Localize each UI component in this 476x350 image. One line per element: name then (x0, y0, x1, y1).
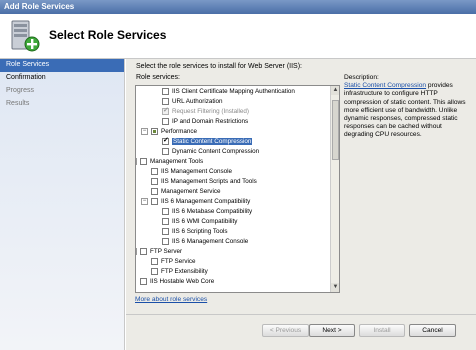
wizard-nav: Role Services Confirmation Progress Resu… (0, 59, 125, 350)
nav-item-confirmation[interactable]: Confirmation (0, 72, 124, 85)
scroll-thumb[interactable] (332, 100, 339, 160)
tree-item-label: Dynamic Content Compression (172, 148, 260, 155)
tree-item-label: FTP Server (150, 248, 183, 255)
scroll-down-icon[interactable]: ▼ (331, 283, 339, 292)
tree-item[interactable]: FTP Service (151, 257, 196, 266)
tree-item-label: URL Authorization (172, 98, 223, 105)
checkbox[interactable] (151, 258, 158, 265)
tree-item[interactable]: − FTP Server (136, 247, 183, 256)
tree-item[interactable]: IP and Domain Restrictions (162, 117, 248, 126)
checkbox[interactable] (151, 198, 158, 205)
server-add-icon (11, 20, 40, 52)
description-link[interactable]: Static Content Compression (344, 82, 426, 89)
tree-item-label: IIS 6 WMI Compatibility (172, 218, 238, 225)
tree-item[interactable]: IIS 6 Management Console (162, 237, 248, 246)
role-services-tree[interactable]: ▲ ▼ IIS Client Certificate Mapping Authe… (135, 85, 340, 293)
previous-button[interactable]: < Previous (262, 324, 309, 337)
tree-item[interactable]: Management Service (151, 187, 221, 196)
checkbox[interactable] (140, 278, 147, 285)
tree-item[interactable]: − IIS 6 Management Compatibility (141, 197, 250, 206)
window-title: Add Role Services (0, 0, 476, 14)
nav-item-role-services[interactable]: Role Services (0, 59, 124, 72)
tree-item[interactable]: IIS Client Certificate Mapping Authentic… (162, 87, 295, 96)
checkbox (162, 106, 169, 115)
more-about-link[interactable]: More about role services (135, 296, 207, 303)
tree-item[interactable]: URL Authorization (162, 97, 223, 106)
tree-item-label: IIS 6 Scripting Tools (172, 228, 228, 235)
checkbox[interactable] (162, 218, 169, 225)
collapse-icon[interactable]: − (141, 198, 148, 205)
description-panel: Description: Static Content Compression … (344, 74, 469, 140)
role-services-label: Role services: (136, 74, 180, 81)
tree-item-label: Management Service (161, 188, 221, 195)
collapse-icon[interactable]: − (136, 248, 137, 255)
main-content: Select the role services to install for … (126, 59, 476, 350)
tree-item-label: IIS Management Scripts and Tools (161, 178, 257, 185)
tree-item-label: FTP Service (161, 258, 196, 265)
tree-item[interactable]: IIS Hostable Web Core (140, 277, 214, 286)
tree-item[interactable]: − Performance (141, 127, 197, 136)
tree-scrollbar[interactable]: ▲ ▼ (330, 86, 339, 292)
page-title: Select Role Services (49, 28, 167, 42)
checkbox[interactable] (151, 128, 158, 135)
cancel-button[interactable]: Cancel (409, 324, 456, 337)
tree-item-label: IIS 6 Metabase Compatibility (172, 208, 253, 215)
checkbox[interactable] (162, 136, 169, 145)
tree-item[interactable]: Request Filtering (Installed) (162, 106, 249, 116)
tree-item-label: IIS 6 Management Compatibility (161, 198, 251, 205)
scroll-up-icon[interactable]: ▲ (331, 86, 339, 95)
tree-item-label: FTP Extensibility (161, 268, 208, 275)
checkbox[interactable] (140, 158, 147, 165)
checkbox[interactable] (162, 238, 169, 245)
wizard-header: Select Role Services (0, 14, 476, 59)
checkbox[interactable] (162, 148, 169, 155)
collapse-icon[interactable]: − (141, 128, 148, 135)
checkbox[interactable] (162, 118, 169, 125)
footer-divider (126, 314, 476, 315)
tree-item[interactable]: IIS Management Scripts and Tools (151, 177, 257, 186)
tree-item-label: Performance (161, 128, 198, 135)
checkbox[interactable] (151, 178, 158, 185)
install-button[interactable]: Install (359, 324, 405, 337)
checkbox[interactable] (140, 248, 147, 255)
tree-item-label: IP and Domain Restrictions (172, 118, 249, 125)
description-body: Static Content Compression provides infr… (344, 82, 469, 139)
tree-item-label: Static Content Compression (172, 138, 253, 145)
tree-item-label: IIS Management Console (161, 168, 233, 175)
description-text: provides infrastructure to configure HTT… (344, 82, 466, 139)
tree-item[interactable]: IIS 6 Metabase Compatibility (162, 207, 252, 216)
checkbox[interactable] (162, 228, 169, 235)
checkbox[interactable] (151, 188, 158, 195)
checkbox[interactable] (162, 88, 169, 95)
tree-item-label: IIS 6 Management Console (172, 238, 249, 245)
tree-item-label: Management Tools (150, 158, 204, 165)
checkbox[interactable] (151, 168, 158, 175)
tree-item[interactable]: IIS Management Console (151, 167, 232, 176)
collapse-icon[interactable]: − (136, 158, 137, 165)
next-button[interactable]: Next > (309, 324, 355, 337)
tree-item[interactable]: IIS 6 WMI Compatibility (162, 217, 237, 226)
tree-item[interactable]: − Management Tools (136, 157, 204, 166)
tree-item[interactable]: IIS 6 Scripting Tools (162, 227, 228, 236)
checkbox[interactable] (162, 98, 169, 105)
tree-item-label: IIS Hostable Web Core (150, 278, 215, 285)
tree-item-label: Request Filtering (Installed) (172, 108, 249, 115)
checkbox[interactable] (151, 268, 158, 275)
nav-item-results: Results (6, 100, 30, 107)
tree-item[interactable]: Dynamic Content Compression (162, 147, 259, 156)
instruction-text: Select the role services to install for … (136, 63, 302, 70)
checkbox[interactable] (162, 208, 169, 215)
description-label: Description: (344, 74, 379, 81)
tree-item[interactable]: FTP Extensibility (151, 267, 208, 276)
nav-item-progress: Progress (6, 87, 35, 94)
tree-item-label: IIS Client Certificate Mapping Authentic… (172, 88, 295, 95)
tree-item[interactable]: Static Content Compression (162, 136, 253, 146)
